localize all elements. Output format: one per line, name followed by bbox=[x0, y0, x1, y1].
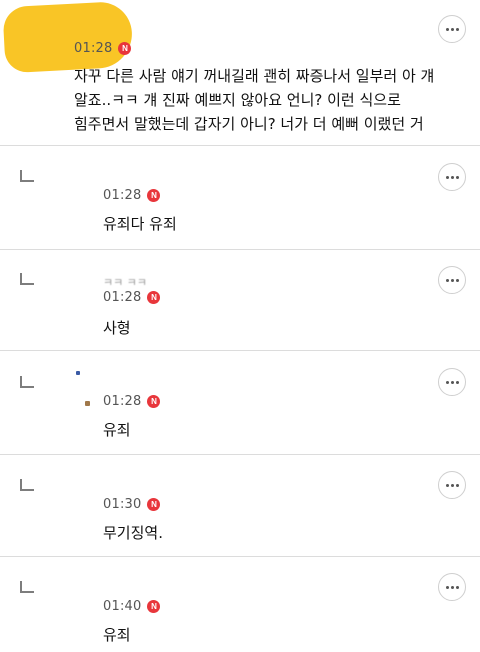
comment-meta: 01:28 N bbox=[74, 41, 132, 56]
more-options-button[interactable] bbox=[438, 471, 466, 499]
new-badge-icon: N bbox=[118, 42, 132, 55]
reply-arrow-icon bbox=[20, 170, 34, 182]
reply-item: 01:40 N 유죄 bbox=[0, 556, 480, 652]
reply-text: 유죄 bbox=[103, 626, 131, 644]
reply-time: 01:28 bbox=[103, 394, 142, 409]
more-options-button[interactable] bbox=[438, 266, 466, 294]
reply-arrow-icon bbox=[20, 376, 34, 388]
reply-time: 01:28 bbox=[103, 188, 142, 203]
reply-meta: 01:28 N bbox=[103, 290, 161, 305]
reply-item: 01:28 N 유죄다 유죄 bbox=[0, 145, 480, 249]
comment-time: 01:28 bbox=[74, 41, 113, 56]
reply-text: 무기징역. bbox=[103, 524, 163, 542]
more-options-icon bbox=[445, 278, 459, 282]
reply-item: 01:28 N 유죄 bbox=[0, 350, 480, 454]
new-badge-icon: N bbox=[147, 498, 161, 511]
more-options-button[interactable] bbox=[438, 163, 466, 191]
reply-text: 유죄다 유죄 bbox=[103, 215, 177, 233]
comment-text: 자꾸 다른 사람 얘기 꺼내길래 괜히 짜증나서 일부러 아 걔 알죠..ㅋㅋ … bbox=[74, 64, 464, 136]
comment-item: 01:28 N 자꾸 다른 사람 얘기 꺼내길래 괜히 짜증나서 일부러 아 걔… bbox=[0, 0, 480, 145]
reply-meta: 01:30 N bbox=[103, 497, 161, 512]
new-badge-icon: N bbox=[147, 600, 161, 613]
reply-meta: 01:28 N bbox=[103, 188, 161, 203]
reply-arrow-icon bbox=[20, 581, 34, 593]
more-options-button[interactable] bbox=[438, 573, 466, 601]
more-options-button[interactable] bbox=[438, 15, 466, 43]
new-badge-icon: N bbox=[147, 395, 161, 408]
more-options-icon bbox=[445, 483, 459, 487]
reply-text: 사형 bbox=[103, 319, 131, 337]
reply-text: 유죄 bbox=[103, 421, 131, 439]
new-badge-icon: N bbox=[147, 291, 161, 304]
new-badge-icon: N bbox=[147, 189, 161, 202]
reply-meta: 01:28 N bbox=[103, 394, 161, 409]
comment-text-line: 힘주면서 말했는데 갑자기 아니? 너가 더 예뻐 이랬던 거 bbox=[74, 115, 424, 133]
redacted-username bbox=[2, 0, 134, 74]
reply-item: ㅋㅋ ㅋㅋ 01:28 N 사형 bbox=[0, 249, 480, 350]
more-options-icon bbox=[445, 380, 459, 384]
comment-text-line: 알죠..ㅋㅋ 걔 진짜 예쁘지 않아요 언니? 이런 식으로 bbox=[74, 91, 401, 109]
more-options-icon bbox=[445, 585, 459, 589]
reply-time: 01:28 bbox=[103, 290, 142, 305]
image-artifact bbox=[76, 371, 80, 375]
partial-username: ㅋㅋ ㅋㅋ bbox=[103, 276, 147, 289]
reply-item: 01:30 N 무기징역. bbox=[0, 454, 480, 556]
reply-arrow-icon bbox=[20, 273, 34, 285]
more-options-button[interactable] bbox=[438, 368, 466, 396]
comment-text-line: 자꾸 다른 사람 얘기 꺼내길래 괜히 짜증나서 일부러 아 걔 bbox=[74, 67, 435, 85]
image-artifact bbox=[85, 401, 90, 406]
reply-time: 01:30 bbox=[103, 497, 142, 512]
reply-arrow-icon bbox=[20, 479, 34, 491]
more-options-icon bbox=[445, 175, 459, 179]
reply-meta: 01:40 N bbox=[103, 599, 161, 614]
more-options-icon bbox=[445, 27, 459, 31]
reply-time: 01:40 bbox=[103, 599, 142, 614]
